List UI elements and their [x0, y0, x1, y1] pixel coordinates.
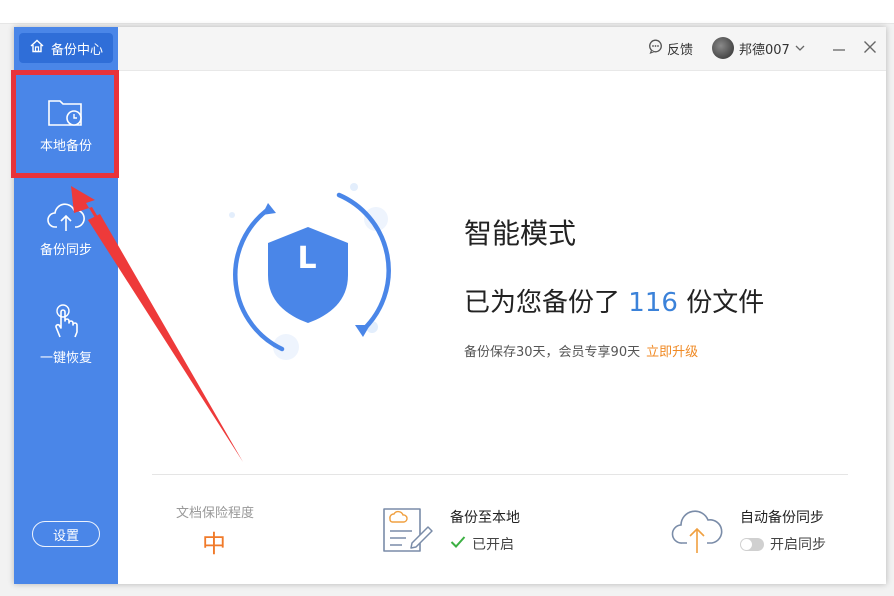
- feedback-label: 反馈: [667, 43, 694, 58]
- feedback-button[interactable]: 反馈: [648, 39, 693, 58]
- mode-title: 智能模式: [464, 217, 577, 250]
- auto-sync-status-label: 开启同步: [770, 537, 826, 553]
- toggle-switch[interactable]: [740, 537, 764, 551]
- local-backup-title: 备份至本地: [450, 510, 520, 526]
- settings-button[interactable]: 设置: [32, 521, 100, 547]
- hand-tap-icon: [49, 303, 83, 341]
- title-bar: 反馈 邦德007: [118, 27, 886, 71]
- auto-sync-title: 自动备份同步: [740, 510, 824, 526]
- risk-label: 文档保险程度: [176, 506, 255, 521]
- local-backup-status: 已开启: [450, 534, 514, 554]
- shield-letter: L: [297, 241, 317, 276]
- close-button[interactable]: [860, 38, 880, 58]
- user-menu[interactable]: 邦德007: [712, 37, 805, 59]
- cloud-upload-icon: [46, 201, 86, 233]
- cloud-upload-icon: [669, 503, 725, 561]
- retention-info: 备份保存30天，会员专享90天 立即升级: [464, 341, 698, 360]
- app-window: 备份中心 本地备份 备份同步 一键恢复 设置 反馈 邦德007 L 智能模式 已…: [14, 27, 886, 584]
- home-icon: [29, 38, 45, 58]
- backup-summary-suffix: 份文件: [686, 288, 765, 318]
- sidebar-item-local-backup[interactable]: 本地备份: [14, 74, 118, 174]
- backup-count: 116: [628, 288, 678, 318]
- background-strip: [0, 0, 894, 24]
- avatar: [712, 37, 734, 59]
- sidebar-item-label: 本地备份: [39, 138, 92, 154]
- upgrade-link[interactable]: 立即升级: [646, 345, 698, 360]
- retention-text: 备份保存30天，会员专享90天: [464, 345, 641, 360]
- folder-clock-icon: [47, 95, 85, 129]
- document-cloud-icon: [380, 505, 436, 561]
- backup-summary: 已为您备份了 116 份文件: [464, 282, 764, 319]
- local-backup-status-label: 已开启: [472, 537, 514, 553]
- divider: [152, 474, 848, 475]
- sidebar-item-one-click-restore[interactable]: 一键恢复: [14, 284, 118, 384]
- sidebar-item-label: 一键恢复: [39, 350, 92, 366]
- close-icon: [863, 39, 877, 58]
- chevron-down-icon: [795, 41, 805, 56]
- sidebar-item-label: 备份同步: [39, 242, 92, 258]
- chat-bubble-icon: [648, 39, 663, 58]
- sidebar-item-backup-sync[interactable]: 备份同步: [14, 179, 118, 279]
- backup-center-label: 备份中心: [50, 42, 103, 58]
- minimize-icon: [832, 39, 846, 58]
- check-icon: [450, 535, 466, 553]
- backup-summary-prefix: 已为您备份了: [464, 288, 621, 318]
- sidebar: 备份中心 本地备份 备份同步 一键恢复 设置: [14, 27, 118, 584]
- minimize-button[interactable]: [829, 38, 849, 58]
- backup-center-button[interactable]: 备份中心: [19, 33, 113, 63]
- username: 邦德007: [739, 42, 790, 58]
- risk-value: 中: [202, 530, 226, 558]
- auto-sync-toggle[interactable]: 开启同步: [740, 534, 826, 554]
